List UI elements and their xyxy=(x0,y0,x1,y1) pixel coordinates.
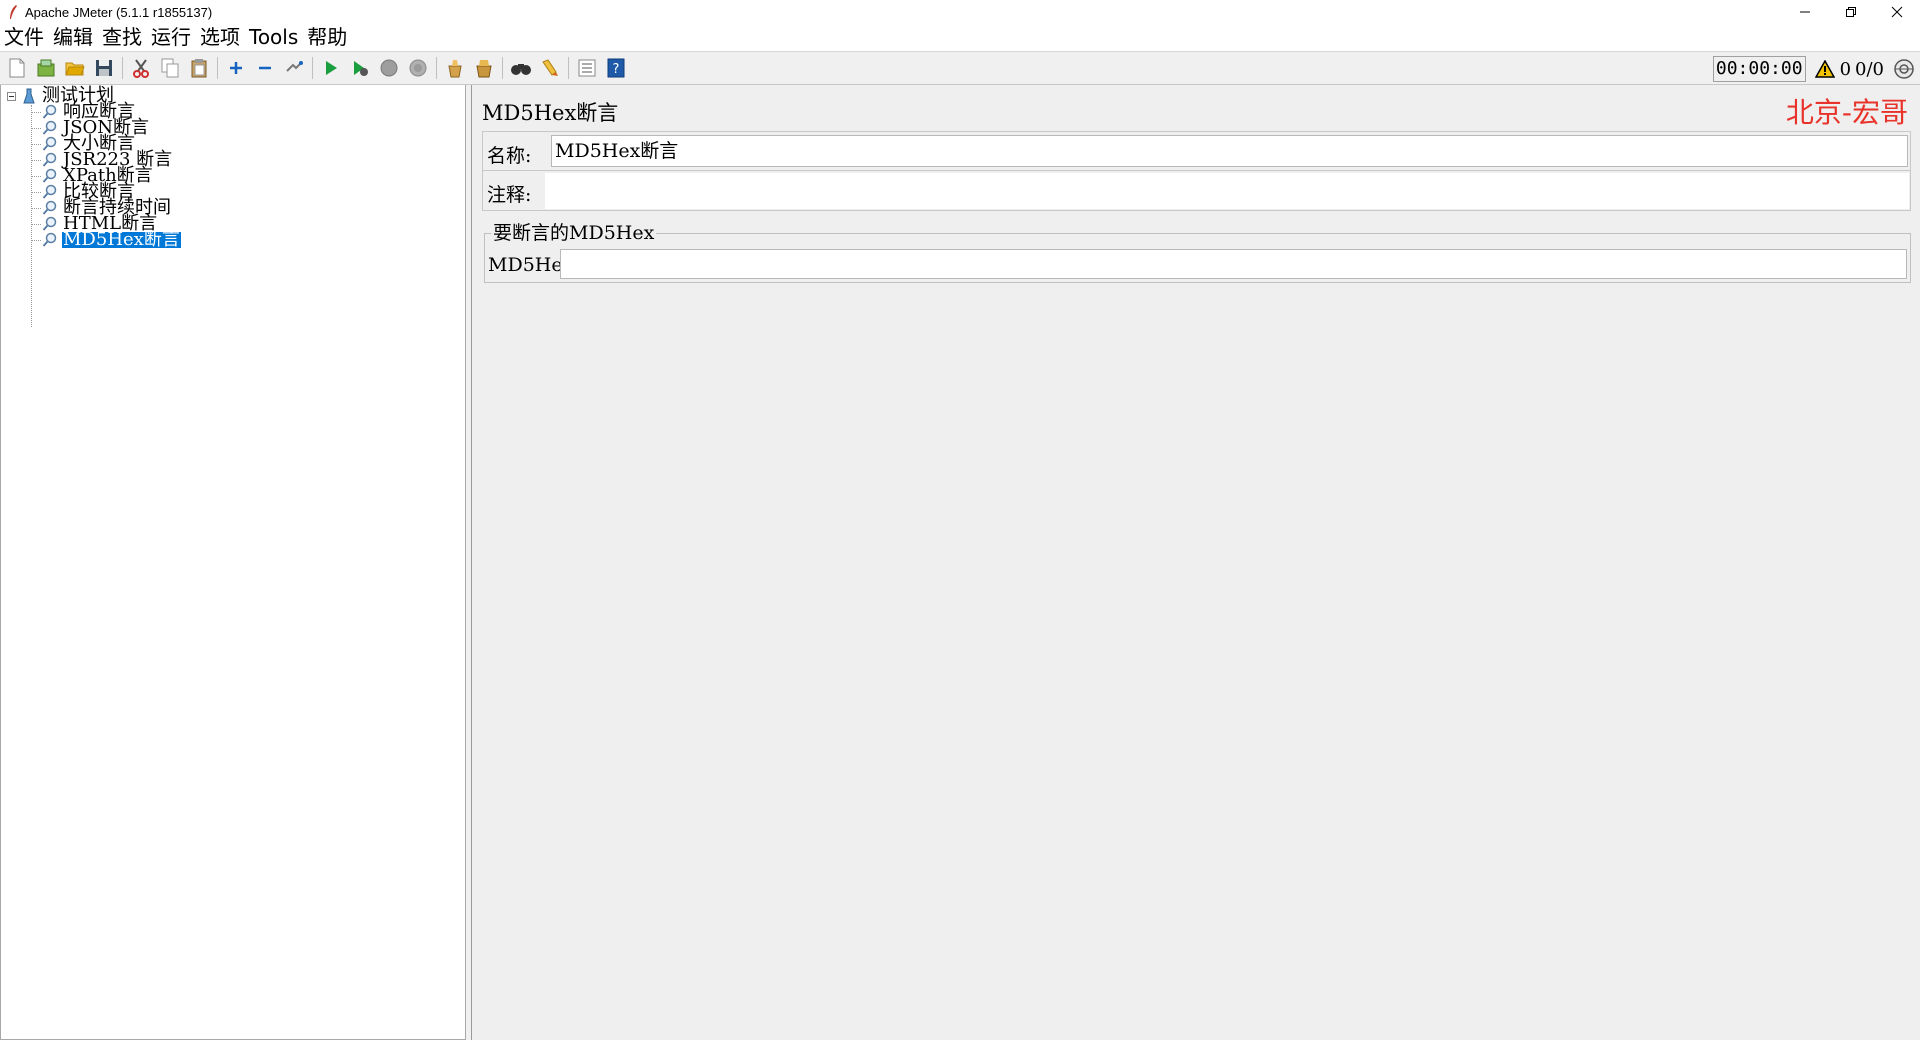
toolbar-status: 00:00:00 0 0/0 xyxy=(1712,52,1920,86)
assertion-magnifier-icon xyxy=(41,104,59,120)
close-icon xyxy=(1891,6,1903,18)
collapse-icon xyxy=(259,66,271,70)
assertion-magnifier-icon xyxy=(41,216,59,232)
expand-button[interactable] xyxy=(223,55,249,81)
elapsed-timer: 00:00:00 xyxy=(1712,56,1806,82)
save-button[interactable] xyxy=(91,55,117,81)
jmeter-window: Apache JMeter (5.1.1 r1855137) 文件 编辑 查找 … xyxy=(0,0,1920,1040)
tree-item-label: MD5Hex断言 xyxy=(62,229,181,250)
copy-button[interactable] xyxy=(157,55,183,81)
test-plan-icon xyxy=(22,88,36,104)
comment-field[interactable] xyxy=(545,173,1909,209)
clear-icon xyxy=(448,60,462,78)
reset-search-button[interactable] xyxy=(537,55,563,81)
restore-button[interactable] xyxy=(1828,0,1874,24)
brand-watermark: 北京-宏哥 xyxy=(1785,96,1908,129)
copy-icon xyxy=(161,58,179,78)
window-controls xyxy=(1782,0,1920,24)
stop-button[interactable] xyxy=(376,55,402,81)
collapse-toggle-icon[interactable] xyxy=(7,91,16,101)
clear-button[interactable] xyxy=(442,55,468,81)
tree-item-md5hex-assertion[interactable]: MD5Hex断言 xyxy=(31,229,181,250)
open-icon xyxy=(65,62,85,76)
md5hex-group-title: 要断言的MD5Hex xyxy=(491,222,657,244)
name-field[interactable]: MD5Hex断言 xyxy=(551,135,1908,167)
md5hex-group: 要断言的MD5Hex MD5Hex xyxy=(484,222,1911,283)
toolbar: ? 00:00:00 0 0/0 xyxy=(0,51,1920,85)
search-icon xyxy=(511,64,531,75)
warning-icon[interactable] xyxy=(1814,58,1836,80)
menu-search[interactable]: 查找 xyxy=(102,24,142,51)
thread-count: 0/0 xyxy=(1855,58,1884,80)
paste-button[interactable] xyxy=(186,55,212,81)
reset-search-icon xyxy=(542,59,558,76)
restore-icon xyxy=(1846,7,1856,17)
assertion-magnifier-icon xyxy=(41,168,59,184)
assertion-magnifier-icon xyxy=(41,120,59,136)
stop-icon xyxy=(380,59,398,77)
close-button[interactable] xyxy=(1874,0,1920,24)
clear-all-button[interactable] xyxy=(471,55,497,81)
shutdown-icon xyxy=(409,59,427,77)
function-helper-button[interactable] xyxy=(574,55,600,81)
start-no-pause-button[interactable] xyxy=(347,55,373,81)
cut-icon xyxy=(133,59,149,78)
assertion-magnifier-icon xyxy=(41,200,59,216)
search-button[interactable] xyxy=(508,55,534,81)
assertion-magnifier-icon xyxy=(41,184,59,200)
toolbar-separator xyxy=(217,57,218,79)
test-plan-tree: 测试计划 响应断言 JSON断言 大小断言 JSR223 断言 XPath断言 xyxy=(0,85,466,1040)
minimize-button[interactable] xyxy=(1782,0,1828,24)
new-button[interactable] xyxy=(4,55,30,81)
name-label: 名称: xyxy=(487,145,532,167)
comment-row: 注释: xyxy=(482,171,1911,211)
start-icon xyxy=(326,61,337,75)
toolbar-separator xyxy=(568,57,569,79)
menu-bar: 文件 编辑 查找 运行 选项 Tools 帮助 xyxy=(0,24,1920,51)
name-row: 名称: MD5Hex断言 xyxy=(482,131,1911,171)
templates-icon xyxy=(37,59,55,77)
menu-run[interactable]: 运行 xyxy=(151,24,191,51)
menu-options[interactable]: 选项 xyxy=(200,24,240,51)
minimize-icon xyxy=(1800,11,1810,13)
collapse-button[interactable] xyxy=(252,55,278,81)
jmeter-feather-icon xyxy=(3,2,23,22)
shutdown-button[interactable] xyxy=(405,55,431,81)
svg-text:?: ? xyxy=(613,62,620,77)
paste-icon xyxy=(191,59,207,78)
toolbar-separator xyxy=(436,57,437,79)
toolbar-separator xyxy=(502,57,503,79)
help-button[interactable]: ? xyxy=(603,55,629,81)
menu-help[interactable]: 帮助 xyxy=(307,24,347,51)
start-no-pause-icon xyxy=(354,61,368,76)
assertion-magnifier-icon xyxy=(41,232,59,248)
open-button[interactable] xyxy=(62,55,88,81)
start-button[interactable] xyxy=(318,55,344,81)
element-editor-panel: MD5Hex断言 北京-宏哥 名称: MD5Hex断言 注释: 要断言的MD5H… xyxy=(471,85,1920,1040)
title-bar: Apache JMeter (5.1.1 r1855137) xyxy=(0,0,1920,24)
comment-label: 注释: xyxy=(487,184,532,206)
function-helper-icon xyxy=(578,59,596,77)
error-count: 0 xyxy=(1839,58,1852,80)
window-title: Apache JMeter (5.1.1 r1855137) xyxy=(25,4,213,20)
md5hex-field[interactable] xyxy=(560,249,1907,279)
save-icon xyxy=(96,60,112,76)
toggle-button[interactable] xyxy=(281,55,307,81)
cut-button[interactable] xyxy=(128,55,154,81)
menu-file[interactable]: 文件 xyxy=(4,24,44,51)
expand-icon xyxy=(230,62,242,74)
menu-tools[interactable]: Tools xyxy=(249,24,298,51)
templates-button[interactable] xyxy=(33,55,59,81)
new-icon xyxy=(9,58,25,78)
toggle-icon xyxy=(286,61,303,72)
toolbar-separator xyxy=(122,57,123,79)
help-icon: ? xyxy=(607,58,625,78)
menu-edit[interactable]: 编辑 xyxy=(53,24,93,51)
toolbar-separator xyxy=(312,57,313,79)
assertion-magnifier-icon xyxy=(41,136,59,152)
remote-engines-icon xyxy=(1892,57,1916,81)
clear-all-icon xyxy=(476,60,492,78)
assertion-magnifier-icon xyxy=(41,152,59,168)
panel-title: MD5Hex断言 xyxy=(482,101,619,125)
